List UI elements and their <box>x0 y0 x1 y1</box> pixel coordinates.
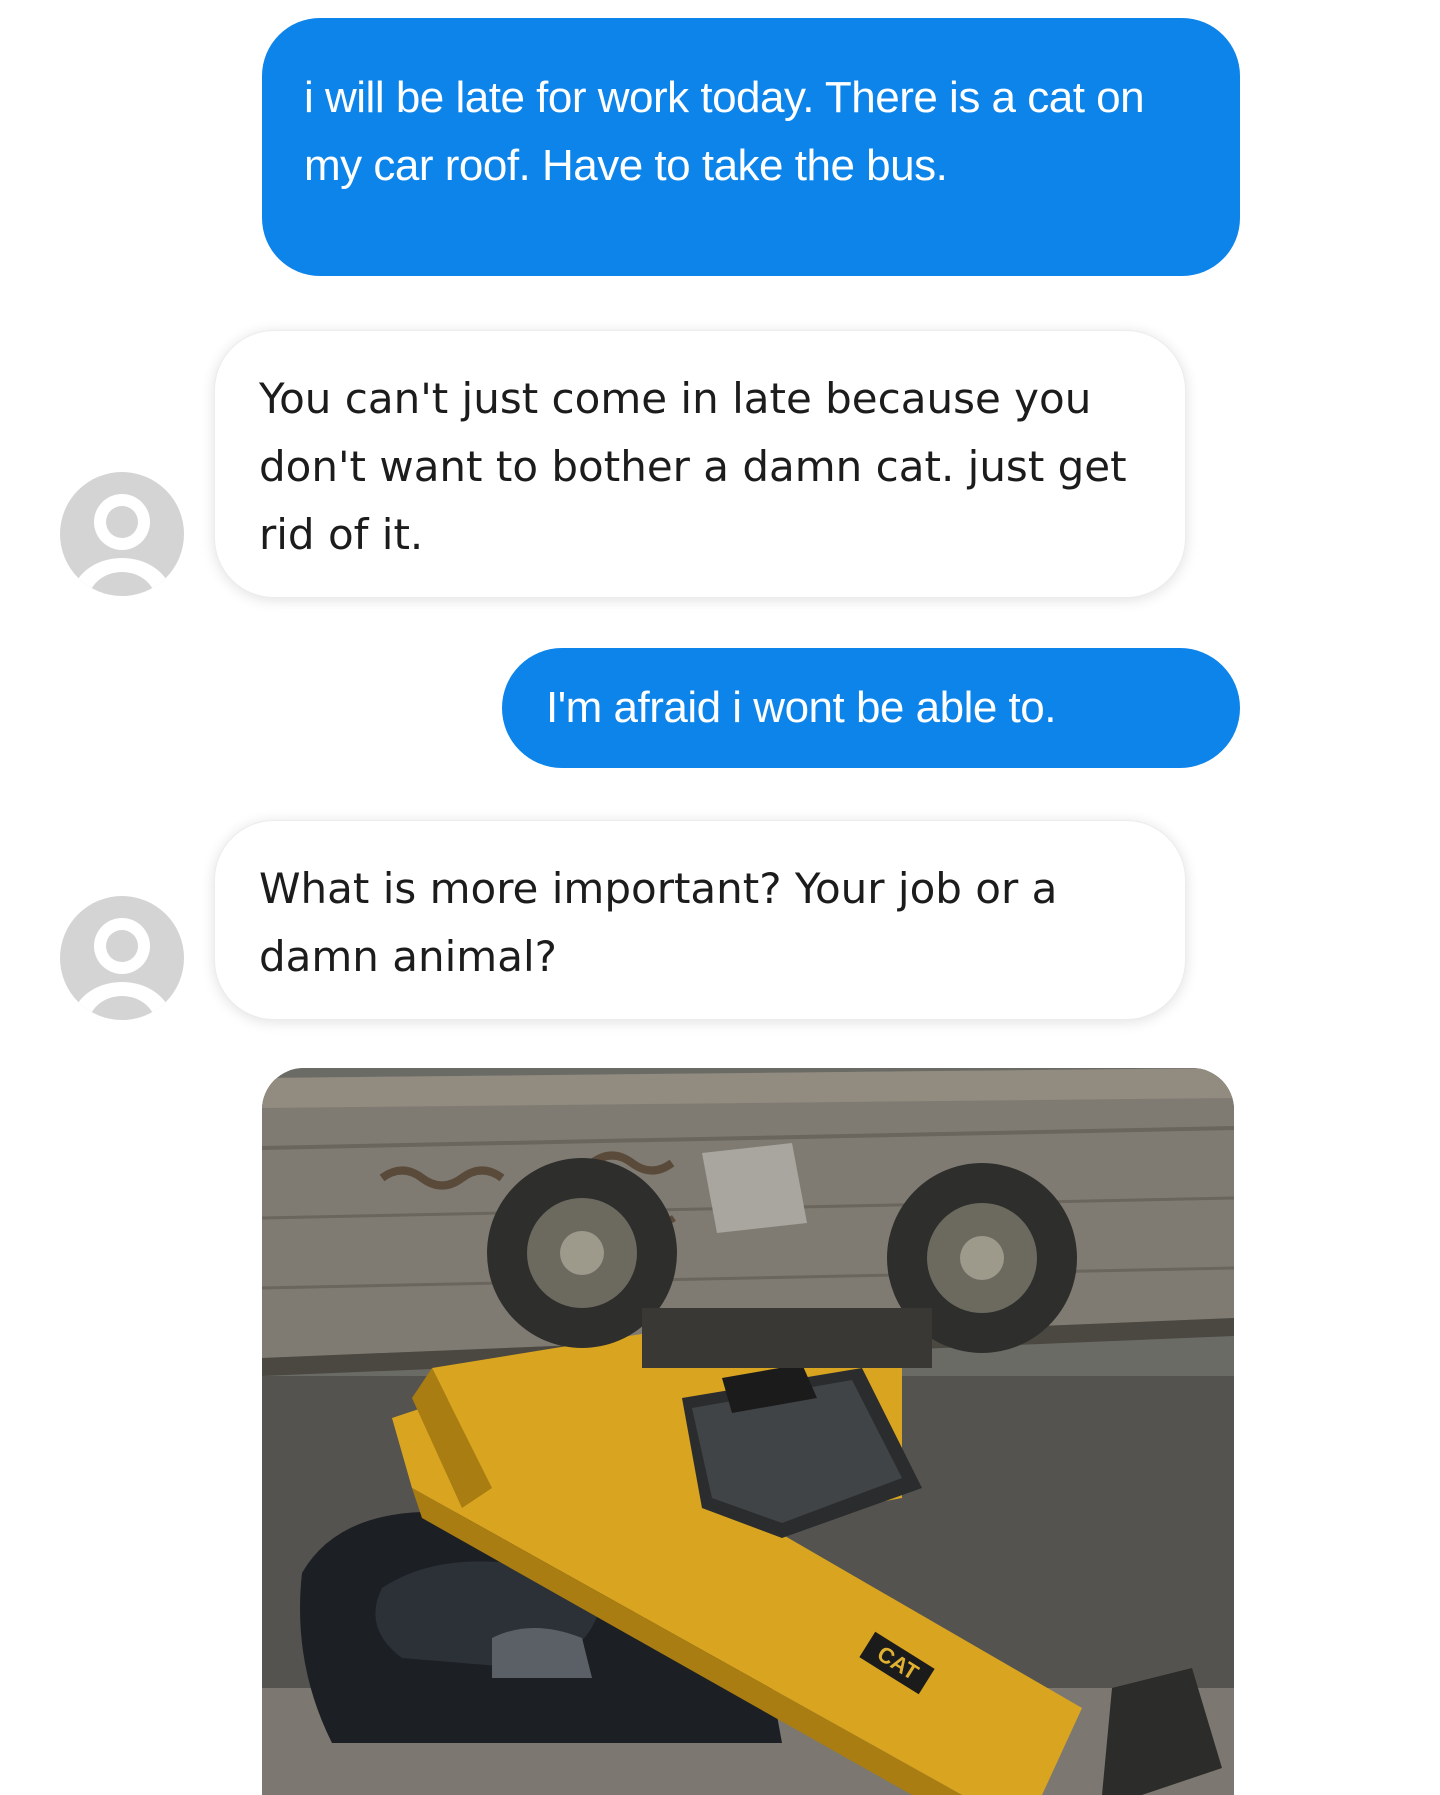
sent-photo-attachment[interactable]: CAT <box>262 1068 1234 1795</box>
overturned-loader-on-car-photo: CAT <box>262 1068 1234 1795</box>
user-avatar-icon[interactable] <box>60 896 184 1020</box>
user-avatar-icon[interactable] <box>60 472 184 596</box>
sent-message-bubble[interactable]: I'm afraid i wont be able to. <box>502 648 1240 768</box>
chat-thread: i will be late for work today. There is … <box>0 0 1440 1795</box>
received-message-bubble[interactable]: What is more important? Your job or a da… <box>214 820 1186 1020</box>
received-message-bubble[interactable]: You can't just come in late because you … <box>214 330 1186 598</box>
sent-message-bubble[interactable]: i will be late for work today. There is … <box>262 18 1240 276</box>
